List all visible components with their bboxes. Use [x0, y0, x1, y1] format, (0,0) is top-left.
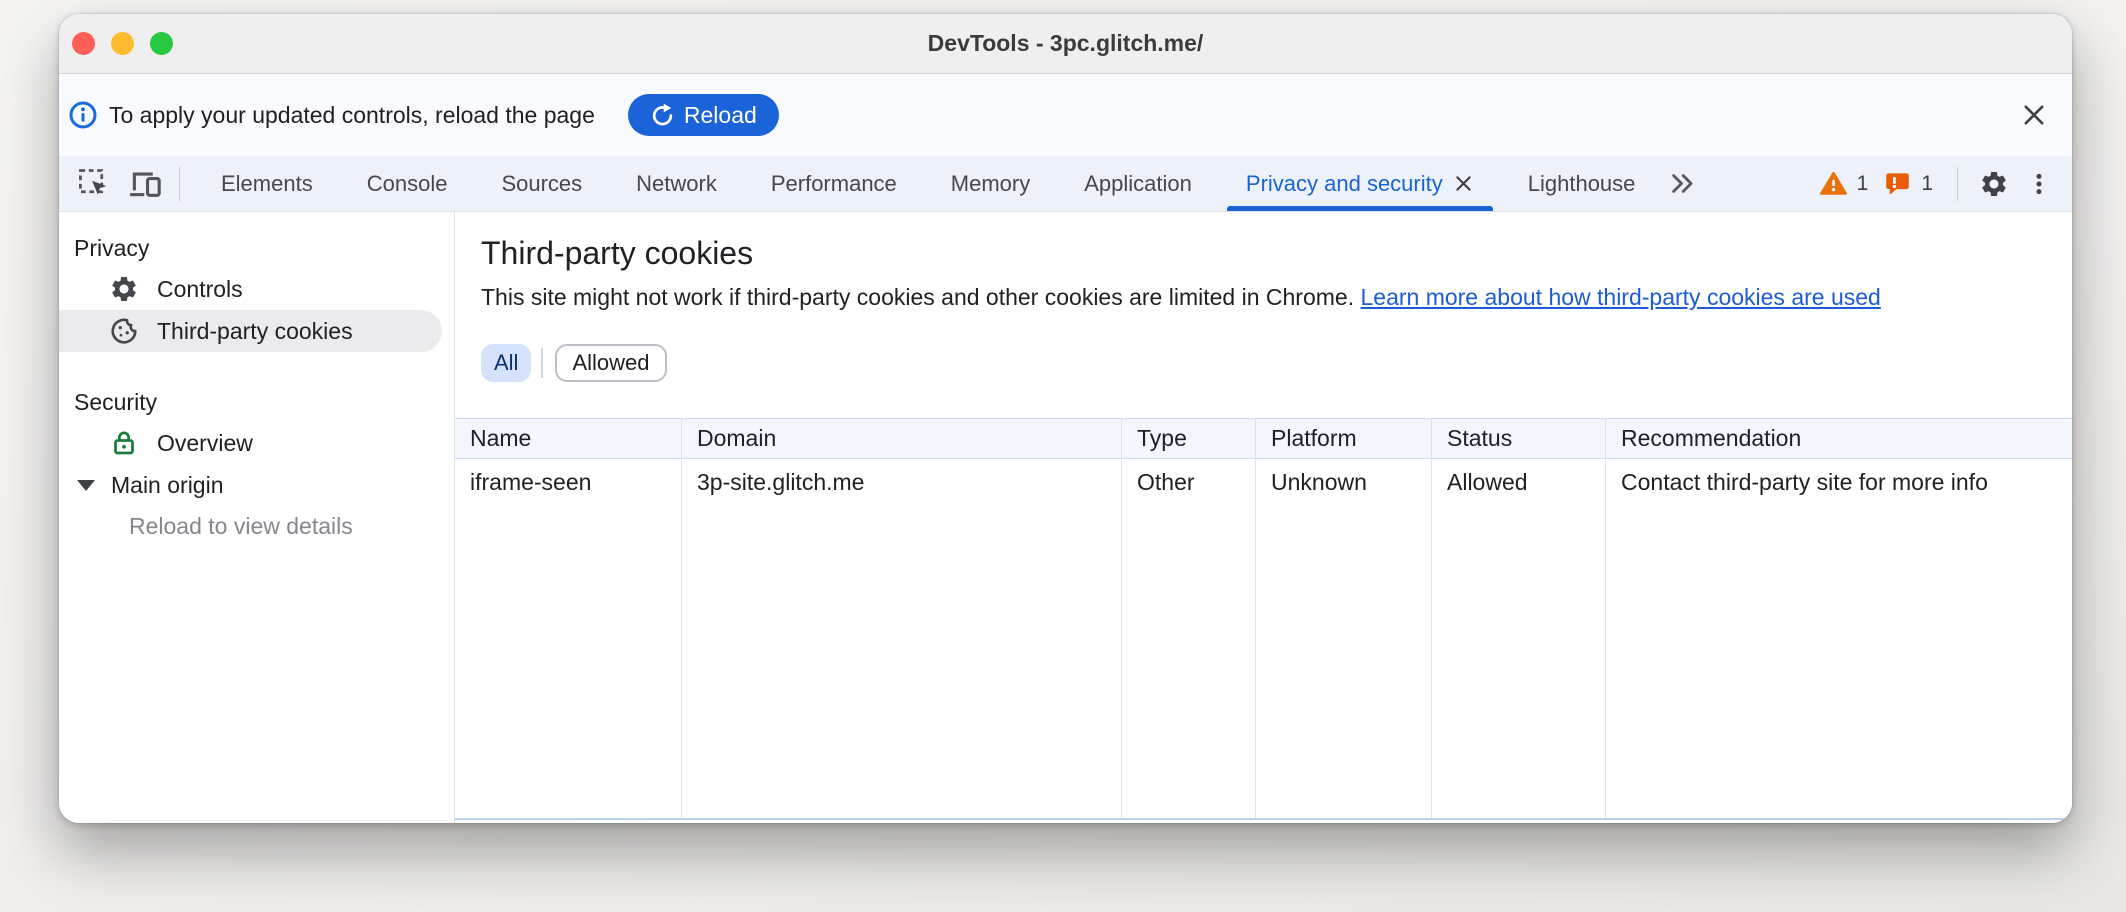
sidebar-item-controls[interactable]: Controls: [59, 268, 454, 310]
tab-memory[interactable]: Memory: [924, 156, 1057, 211]
window-title: DevTools - 3pc.glitch.me/: [59, 30, 2072, 57]
sidebar-item-third-party-cookies[interactable]: Third-party cookies: [59, 310, 442, 352]
tab-application[interactable]: Application: [1057, 156, 1219, 211]
privacy-sidebar: Privacy Controls: [59, 212, 455, 823]
column-header-platform[interactable]: Platform: [1256, 419, 1432, 458]
toggle-device-toolbar-icon[interactable]: [127, 166, 163, 202]
table-empty-area: [455, 505, 2072, 818]
infobar-message: To apply your updated controls, reload t…: [109, 102, 595, 129]
sidebar-item-main-origin[interactable]: Main origin: [59, 464, 454, 506]
cell-status: Allowed: [1432, 459, 1606, 505]
table-row[interactable]: iframe-seen 3p-site.glitch.me Other Unkn…: [455, 459, 2072, 505]
tab-lighthouse[interactable]: Lighthouse: [1501, 156, 1663, 211]
toolbar-separator: [1957, 167, 1958, 201]
titlebar: DevTools - 3pc.glitch.me/: [59, 14, 2072, 74]
tab-privacy-and-security[interactable]: Privacy and security: [1219, 156, 1501, 211]
column-header-domain[interactable]: Domain: [682, 419, 1122, 458]
cookie-icon: [109, 316, 139, 346]
sidebar-item-overview[interactable]: Overview: [59, 422, 454, 464]
filter-chips: All Allowed: [455, 344, 2072, 382]
expand-triangle-icon[interactable]: [77, 480, 95, 491]
column-header-recommendation[interactable]: Recommendation: [1606, 419, 2072, 458]
issue-count: 1: [1921, 172, 1933, 196]
panel-body: Privacy Controls: [59, 212, 2072, 823]
sidebar-gap: [59, 352, 454, 382]
tab-close-icon[interactable]: [1453, 173, 1474, 194]
chip-separator: [541, 348, 543, 378]
cookies-table: Name Domain Type Platform Status Recomme…: [455, 418, 2072, 820]
lock-icon: [109, 428, 139, 458]
reload-infobar: To apply your updated controls, reload t…: [59, 74, 2072, 156]
reload-icon: [650, 103, 675, 128]
warnings-badge[interactable]: [1820, 170, 1847, 197]
issues-badge[interactable]: [1884, 170, 1911, 197]
filter-chip-allowed[interactable]: Allowed: [555, 344, 666, 382]
gear-icon: [109, 274, 139, 304]
tab-console[interactable]: Console: [340, 156, 475, 211]
sidebar-item-label: Main origin: [111, 472, 224, 499]
column-header-type[interactable]: Type: [1122, 419, 1256, 458]
column-header-status[interactable]: Status: [1432, 419, 1606, 458]
sidebar-reload-note: Reload to view details: [59, 506, 454, 546]
sidebar-item-label: Third-party cookies: [157, 318, 353, 345]
page-title: Third-party cookies: [481, 232, 2042, 274]
infobar-close-icon[interactable]: [2020, 101, 2048, 129]
more-tabs-icon[interactable]: [1668, 170, 1695, 197]
learn-more-link[interactable]: Learn more about how third-party cookies…: [1360, 284, 1880, 310]
kebab-menu-icon[interactable]: [2026, 166, 2052, 202]
tab-elements[interactable]: Elements: [194, 156, 340, 211]
sidebar-item-label: Controls: [157, 276, 243, 303]
sidebar-item-label: Overview: [157, 430, 253, 457]
cell-name: iframe-seen: [455, 459, 682, 505]
cell-domain: 3p-site.glitch.me: [682, 459, 1122, 505]
tab-sources[interactable]: Sources: [474, 156, 609, 211]
info-icon: [68, 100, 98, 130]
filter-chip-all[interactable]: All: [481, 344, 531, 382]
cell-platform: Unknown: [1256, 459, 1432, 505]
column-header-name[interactable]: Name: [455, 419, 682, 458]
third-party-cookies-panel: Third-party cookies This site might not …: [455, 212, 2072, 823]
tab-performance[interactable]: Performance: [744, 156, 924, 211]
tab-network[interactable]: Network: [609, 156, 744, 211]
toolbar-right-group: 1 1: [1820, 166, 2052, 202]
reload-button-label: Reload: [684, 102, 757, 129]
sidebar-section-privacy: Privacy: [59, 228, 454, 268]
cell-type: Other: [1122, 459, 1256, 505]
devtools-window: DevTools - 3pc.glitch.me/ To apply your …: [59, 14, 2072, 823]
table-header-row: Name Domain Type Platform Status Recomme…: [455, 419, 2072, 459]
settings-gear-icon[interactable]: [1976, 166, 2012, 202]
inspect-element-icon[interactable]: [75, 166, 111, 202]
devtools-toolbar: Elements Console Sources Network Perform…: [59, 156, 2072, 212]
page-description: This site might not work if third-party …: [481, 282, 2042, 312]
sidebar-section-security: Security: [59, 382, 454, 422]
toolbar-separator: [179, 167, 180, 201]
warning-count: 1: [1857, 172, 1869, 196]
reload-button[interactable]: Reload: [628, 94, 779, 136]
cell-recommendation: Contact third-party site for more info: [1606, 459, 2072, 505]
